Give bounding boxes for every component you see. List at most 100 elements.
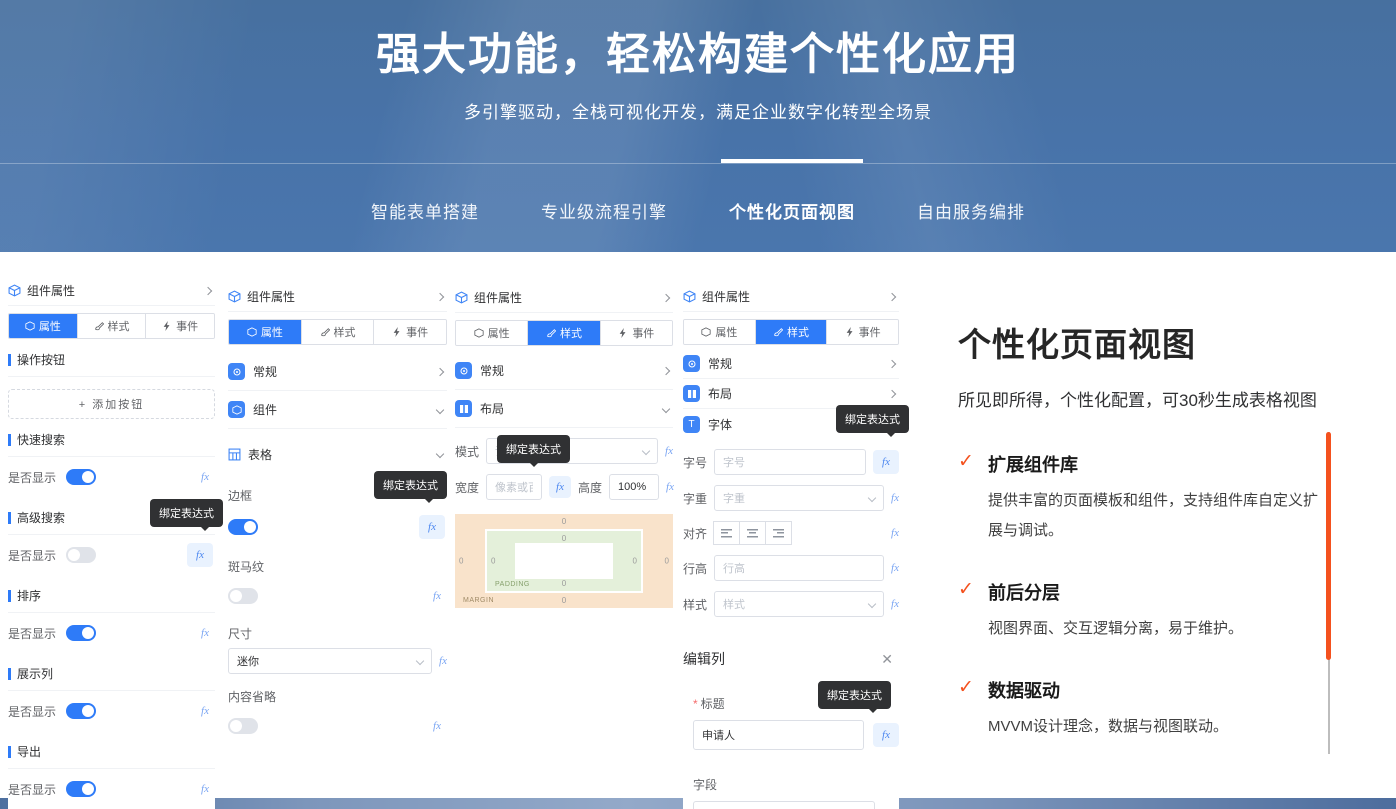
fx-icon[interactable]: fx (201, 783, 209, 795)
style-select[interactable]: 样式 (714, 591, 884, 617)
fx-icon[interactable]: fx (891, 527, 899, 539)
field-input[interactable]: request_user (693, 801, 875, 809)
toggle-on[interactable] (228, 519, 258, 535)
chevron-right-icon[interactable] (888, 292, 896, 300)
section-display-columns: 展示列 (8, 665, 215, 691)
item-desc: MVVM设计理念，数据与视图联动。 (988, 712, 1318, 742)
select-placeholder: 字重 (723, 490, 745, 506)
fx-icon[interactable]: fx (433, 720, 441, 732)
cube-icon (8, 284, 21, 297)
collapse-general[interactable]: 常规 (455, 352, 673, 390)
item-desc: 视图界面、交互逻辑分离，易于维护。 (988, 614, 1318, 644)
tab-properties[interactable]: 属性 (229, 320, 302, 344)
toggle-on[interactable] (66, 781, 96, 797)
fx-icon[interactable]: fx (891, 598, 899, 610)
collapse-layout[interactable]: 布局 (455, 390, 673, 428)
feature-list-scrollbar (1326, 432, 1331, 754)
tab-properties[interactable]: 属性 (456, 321, 528, 345)
tab-events[interactable]: 事件 (146, 314, 214, 338)
collapse-general[interactable]: 常规 (683, 349, 899, 379)
feature-tabs: 智能表单搭建 专业级流程引擎 个性化页面视图 自由服务编排 (0, 196, 1396, 225)
width-label: 宽度 (455, 479, 479, 496)
tab-smart-form[interactable]: 智能表单搭建 (367, 196, 483, 225)
width-input[interactable]: 像素或百分比 (486, 474, 542, 500)
toggle-off[interactable] (228, 588, 258, 604)
page-subtitle: 多引擎驱动，全栈可视化开发，满足企业数字化转型全场景 (0, 98, 1396, 123)
chevron-down-icon (436, 405, 444, 413)
font-weight-label: 字重 (683, 490, 707, 507)
chevron-right-icon[interactable] (662, 293, 670, 301)
setting-row: 是否显示 fx (8, 457, 215, 497)
tab-service-orchestration[interactable]: 自由服务编排 (913, 196, 1029, 225)
gear-icon (455, 362, 472, 379)
tab-properties[interactable]: 属性 (684, 320, 756, 344)
tab-style[interactable]: 样式 (302, 320, 375, 344)
chevron-right-icon (662, 366, 670, 374)
collapse-font[interactable]: T 字体 绑定表达式 (683, 409, 899, 439)
tab-label: 事件 (406, 324, 428, 340)
chevron-right-icon[interactable] (204, 286, 212, 294)
tab-events[interactable]: 事件 (827, 320, 898, 344)
height-input[interactable]: 100% (609, 474, 659, 500)
collapse-component[interactable]: 组件 (228, 391, 447, 429)
tab-style[interactable]: 样式 (756, 320, 828, 344)
fx-icon[interactable]: fx (201, 627, 209, 639)
fx-button[interactable]: fx (419, 515, 445, 539)
fx-icon[interactable]: fx (433, 590, 441, 602)
tab-events[interactable]: 事件 (601, 321, 672, 345)
input-value: 申请人 (702, 727, 735, 743)
tab-style[interactable]: 样式 (528, 321, 600, 345)
fx-icon: fx (556, 481, 564, 493)
input-placeholder: 像素或百分比 (495, 479, 533, 495)
fx-icon[interactable]: fx (439, 655, 447, 667)
size-select[interactable]: 迷你 (228, 648, 432, 674)
tab-properties[interactable]: 属性 (9, 314, 78, 338)
fx-icon[interactable]: fx (665, 445, 673, 457)
tab-process-engine[interactable]: 专业级流程引擎 (537, 196, 671, 225)
collapse-label: 常规 (253, 363, 277, 380)
close-icon[interactable]: ✕ (881, 651, 893, 668)
fx-button[interactable]: fx (549, 476, 571, 498)
toggle-on[interactable] (66, 469, 96, 485)
tab-page-view[interactable]: 个性化页面视图 (725, 196, 859, 225)
font-weight-select[interactable]: 字重 (714, 485, 884, 511)
fx-button[interactable]: fx (187, 543, 213, 567)
panel-header: 组件属性 (683, 282, 899, 312)
collapse-label: 表格 (248, 446, 272, 463)
show-label: 是否显示 (8, 625, 56, 642)
tab-label: 事件 (859, 324, 881, 340)
collapse-table[interactable]: 表格 (228, 435, 447, 473)
line-height-row: 行高 行高 fx (683, 555, 899, 581)
align-center-button[interactable] (739, 521, 766, 545)
scrollbar-thumb[interactable] (1326, 432, 1331, 660)
align-right-button[interactable] (765, 521, 792, 545)
table-icon (228, 448, 241, 461)
margin-top-value: 0 (562, 517, 566, 526)
toggle-off[interactable] (228, 718, 258, 734)
line-height-input[interactable]: 行高 (714, 555, 884, 581)
fx-icon[interactable]: fx (201, 471, 209, 483)
fx-icon[interactable]: fx (201, 705, 209, 717)
fx-button[interactable]: fx (873, 450, 899, 474)
chevron-right-icon[interactable] (436, 292, 444, 300)
fx-icon[interactable]: fx (891, 492, 899, 504)
chevron-right-icon (888, 359, 896, 367)
toggle-off[interactable] (66, 547, 96, 563)
tab-events[interactable]: 事件 (374, 320, 446, 344)
bind-expression-tooltip: 绑定表达式 (150, 499, 223, 527)
fx-icon[interactable]: fx (666, 481, 674, 493)
add-button[interactable]: + 添加按钮 (8, 389, 215, 419)
fx-button[interactable]: fx (873, 723, 899, 747)
collapse-general[interactable]: 常规 (228, 353, 447, 391)
tab-style[interactable]: 样式 (78, 314, 147, 338)
toggle-on[interactable] (66, 625, 96, 641)
font-size-input[interactable]: 字号 (714, 449, 866, 475)
tab-label: 样式 (108, 318, 130, 334)
title-input[interactable]: 申请人 (693, 720, 864, 750)
align-left-button[interactable] (713, 521, 740, 545)
margin-right-value: 0 (665, 557, 669, 566)
chevron-down-icon (868, 494, 876, 502)
gear-icon (683, 355, 700, 372)
fx-icon[interactable]: fx (891, 562, 899, 574)
toggle-on[interactable] (66, 703, 96, 719)
